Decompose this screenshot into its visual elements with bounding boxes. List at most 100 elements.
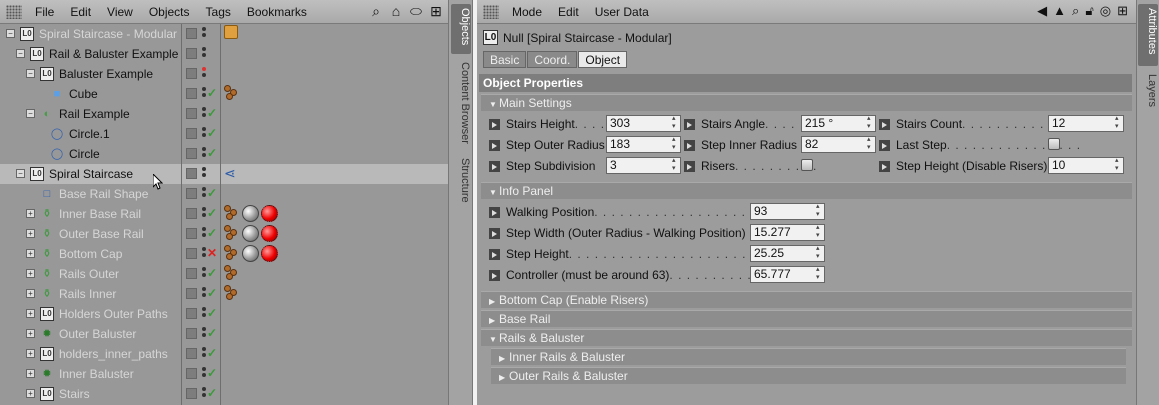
layer-swatch[interactable] xyxy=(186,48,197,59)
keyframe-icon[interactable] xyxy=(684,118,695,130)
material-tag-icon[interactable] xyxy=(224,205,240,221)
xpresso-tag-icon[interactable] xyxy=(224,25,238,39)
walking-position-field[interactable]: 93 xyxy=(750,203,825,220)
expand-icon[interactable]: + xyxy=(26,309,35,318)
enabled-check-icon[interactable]: ✓ xyxy=(207,286,217,300)
layer-swatch[interactable] xyxy=(186,248,197,259)
enabled-check-icon[interactable]: ✓ xyxy=(207,266,217,280)
layer-swatch[interactable] xyxy=(186,168,197,179)
keyframe-icon[interactable] xyxy=(879,160,890,172)
step-height-field[interactable]: 25.25 xyxy=(750,245,825,262)
search-icon[interactable]: ⌕ xyxy=(1072,3,1079,19)
tree-item-name[interactable]: L0 Stairs xyxy=(40,386,90,402)
group-base-rail[interactable]: ▶ Base Rail xyxy=(481,310,1132,327)
enabled-check-icon[interactable]: ✓ xyxy=(207,306,217,320)
step-subdivision-field[interactable]: 3 xyxy=(606,157,681,174)
layer-swatch[interactable] xyxy=(186,188,197,199)
collapse-icon[interactable]: − xyxy=(16,169,25,178)
layer-swatch[interactable] xyxy=(186,28,197,39)
tab-coord[interactable]: Coord. xyxy=(527,51,578,68)
layer-swatch[interactable] xyxy=(186,388,197,399)
tree-row[interactable]: + ⚱ Bottom Cap ✕ xyxy=(0,244,448,264)
search-icon[interactable]: ⌕ xyxy=(368,3,384,19)
expand-icon[interactable]: + xyxy=(26,349,35,358)
target-icon[interactable]: ◎ xyxy=(1100,3,1111,19)
tree-item-name[interactable]: L0 Spiral Staircase xyxy=(30,166,133,182)
keyframe-icon[interactable] xyxy=(489,248,500,260)
tab-layers[interactable]: Layers xyxy=(1138,70,1158,114)
layer-swatch[interactable] xyxy=(186,128,197,139)
object-tree[interactable]: − L0 Spiral Staircase - Modular − L0 Rail & B… xyxy=(0,24,448,404)
group-inner-rails-baluster[interactable]: ▶ Inner Rails & Baluster xyxy=(491,348,1126,365)
tree-row[interactable]: − L0 Spiral Staircase ⋖ xyxy=(0,164,448,184)
tree-item-name[interactable]: ⚱ Rails Inner xyxy=(40,286,116,302)
tab-content-browser[interactable]: Content Browser xyxy=(451,58,471,150)
visibility-dots-icon[interactable] xyxy=(202,47,207,61)
tree-item-name[interactable]: L0 Holders Outer Paths xyxy=(40,306,168,322)
layer-swatch[interactable] xyxy=(186,268,197,279)
visibility-dots-icon[interactable] xyxy=(202,67,207,81)
tab-basic[interactable]: Basic xyxy=(483,51,527,68)
layer-swatch[interactable] xyxy=(186,308,197,319)
visibility-dots-icon[interactable] xyxy=(202,167,207,181)
enabled-check-icon[interactable]: ✓ xyxy=(207,126,217,140)
tree-row[interactable]: − L0 Spiral Staircase - Modular xyxy=(0,24,448,44)
tree-row[interactable]: + L0 holders_inner_paths ✓ xyxy=(0,344,448,364)
expand-icon[interactable]: + xyxy=(26,289,35,298)
tree-item-name[interactable]: ⚱ Rails Outer xyxy=(40,266,119,282)
layer-swatch[interactable] xyxy=(186,368,197,379)
stairs-angle-field[interactable]: 215 ° xyxy=(801,115,876,132)
group-bottom-cap[interactable]: ▶ Bottom Cap (Enable Risers) xyxy=(481,291,1132,308)
tree-row[interactable]: + L0 Stairs ✓ xyxy=(0,384,448,404)
expand-icon[interactable]: + xyxy=(26,229,35,238)
layer-swatch[interactable] xyxy=(186,88,197,99)
tree-row[interactable]: + ✹ Inner Baluster ✓ xyxy=(0,364,448,384)
tree-item-name[interactable]: □ Base Rail Shape xyxy=(40,186,149,202)
tree-row[interactable]: − L0 Rail & Baluster Example xyxy=(0,44,448,64)
group-info-panel[interactable]: ▼ Info Panel xyxy=(481,182,1132,199)
tree-item-name[interactable]: L0 Spiral Staircase - Modular xyxy=(20,26,177,42)
material-tag-icon[interactable] xyxy=(224,225,240,241)
material-tag-icon[interactable] xyxy=(224,85,240,101)
enabled-check-icon[interactable]: ✓ xyxy=(207,326,217,340)
grip-icon[interactable] xyxy=(6,4,22,19)
tree-row[interactable]: + ⚱ Rails Inner ✓ xyxy=(0,284,448,304)
home-icon[interactable]: ⌂ xyxy=(388,3,404,19)
keyframe-icon[interactable] xyxy=(684,139,695,151)
menu-mode[interactable]: Mode xyxy=(504,5,550,19)
tree-item-name[interactable]: L0 holders_inner_paths xyxy=(40,346,168,362)
tree-item-name[interactable]: L0 Rail & Baluster Example xyxy=(30,46,178,62)
layer-swatch[interactable] xyxy=(186,288,197,299)
red-material-icon[interactable] xyxy=(261,245,278,262)
disabled-x-icon[interactable]: ✕ xyxy=(207,246,217,260)
tree-row[interactable]: ◯ Circle ✓ xyxy=(0,144,448,164)
enabled-check-icon[interactable]: ✓ xyxy=(207,146,217,160)
enabled-check-icon[interactable]: ✓ xyxy=(207,386,217,400)
layer-swatch[interactable] xyxy=(186,228,197,239)
keyframe-icon[interactable] xyxy=(489,227,500,239)
menu-file[interactable]: File xyxy=(27,5,62,19)
menu-view[interactable]: View xyxy=(99,5,141,19)
tree-item-name[interactable]: ■ Cube xyxy=(50,86,98,102)
keyframe-icon[interactable] xyxy=(879,118,890,130)
keyframe-icon[interactable] xyxy=(489,206,500,218)
tree-item-name[interactable]: ◯ Circle.1 xyxy=(50,126,110,142)
layer-swatch[interactable] xyxy=(186,148,197,159)
keyframe-icon[interactable] xyxy=(684,160,695,172)
group-main-settings[interactable]: ▼ Main Settings xyxy=(481,94,1132,111)
up-arrow-icon[interactable]: ▲ xyxy=(1053,3,1066,19)
group-rails-baluster[interactable]: ▼ Rails & Baluster xyxy=(481,329,1132,346)
material-tag-icon[interactable] xyxy=(224,265,240,281)
tree-row[interactable]: ■ Cube ✓ xyxy=(0,84,448,104)
tree-item-name[interactable]: ⚱ Inner Base Rail xyxy=(40,206,141,222)
layer-swatch[interactable] xyxy=(186,348,197,359)
tree-item-name[interactable]: ◯ Circle xyxy=(50,146,100,162)
new-window-icon[interactable]: ⊞ xyxy=(428,3,444,19)
collapse-icon[interactable]: − xyxy=(16,49,25,58)
menu-bookmarks[interactable]: Bookmarks xyxy=(239,5,315,19)
risers-checkbox[interactable] xyxy=(801,159,813,171)
tree-item-name[interactable]: ⚱ Outer Base Rail xyxy=(40,226,143,242)
enabled-check-icon[interactable]: ✓ xyxy=(207,106,217,120)
red-material-icon[interactable] xyxy=(261,205,278,222)
tree-item-name[interactable]: ✹ Outer Baluster xyxy=(40,326,136,342)
